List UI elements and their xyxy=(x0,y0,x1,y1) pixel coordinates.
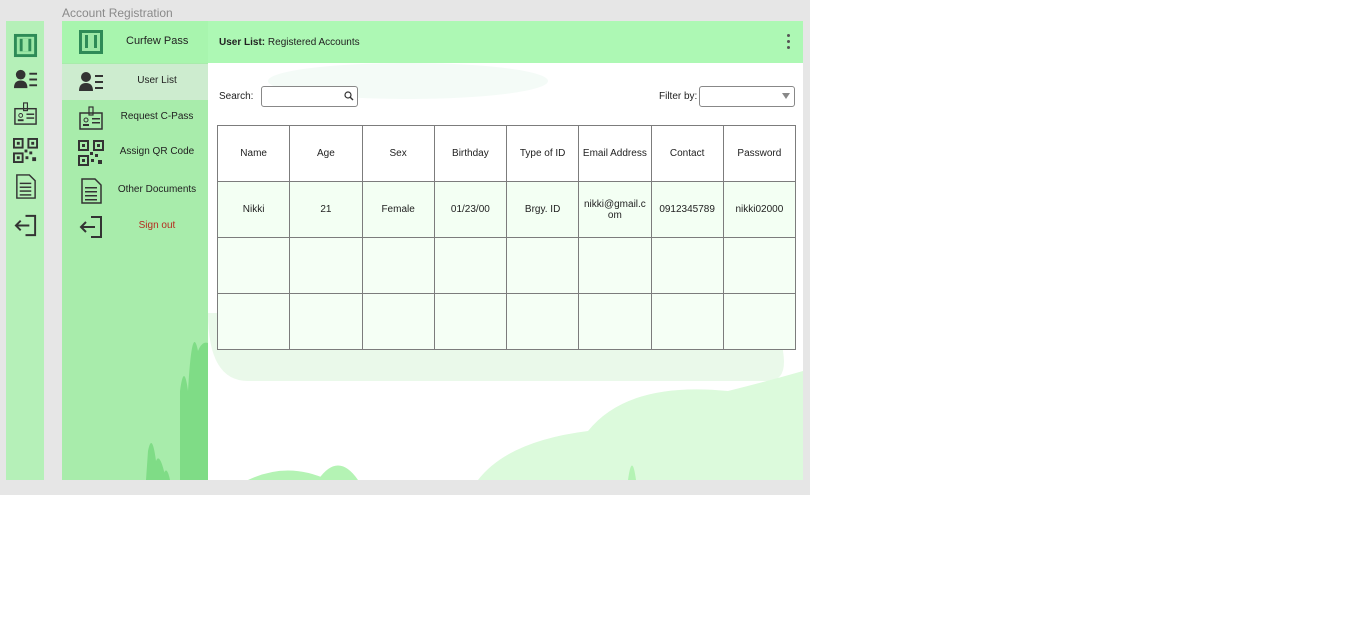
main-window: Curfew Pass User List Request C-Pass Ass… xyxy=(62,21,803,480)
qr-code-icon xyxy=(78,140,104,166)
id-card-icon xyxy=(79,106,103,130)
table-cell xyxy=(361,293,435,350)
sidebar-item-user-list[interactable]: User List xyxy=(62,64,208,100)
table-cell: Nikki xyxy=(216,181,291,238)
sign-out-icon xyxy=(79,216,102,238)
sidebar-item-assign-qr-code[interactable]: Assign QR Code xyxy=(62,135,208,171)
table-cell xyxy=(289,237,363,294)
column-header: Age xyxy=(289,125,363,182)
qr-code-icon[interactable] xyxy=(13,138,38,163)
search-label: Search: xyxy=(219,91,254,102)
sidebar-item-label: User List xyxy=(137,75,177,86)
page-title-bold: User List: xyxy=(219,37,266,48)
page-title: User List: Registered Accounts xyxy=(219,37,360,48)
document-icon xyxy=(81,178,102,204)
column-header: Email Address xyxy=(578,125,652,182)
table-cell xyxy=(650,293,724,350)
icon-rail xyxy=(6,21,44,480)
frame-title: Account Registration xyxy=(62,6,173,20)
user-list-icon xyxy=(79,72,103,91)
topbar: User List: Registered Accounts xyxy=(208,21,803,63)
page-title-rest: Registered Accounts xyxy=(267,37,360,48)
id-card-icon[interactable] xyxy=(13,101,38,126)
column-header: Birthday xyxy=(433,125,508,182)
table-cell: nikki02000 xyxy=(722,181,797,238)
kebab-dot xyxy=(786,40,790,43)
sidebar: Curfew Pass User List Request C-Pass Ass… xyxy=(62,21,208,480)
more-options-button[interactable] xyxy=(785,34,791,52)
table-cell xyxy=(216,293,291,350)
sidebar-item-request-c-pass[interactable]: Request C-Pass xyxy=(62,100,208,136)
users-table: Name Age Sex Birthday Type of ID Email A… xyxy=(216,125,797,350)
table-cell xyxy=(216,237,291,294)
table-cell xyxy=(361,237,435,294)
table-cell xyxy=(722,293,797,350)
kebab-dot xyxy=(786,46,790,49)
column-header: Name xyxy=(216,125,291,182)
filter-dropdown[interactable] xyxy=(699,86,795,107)
table-row[interactable]: Nikki 21 Female 01/23/00 Brgy. ID nikki@… xyxy=(216,181,797,238)
sidebar-item-label: Assign QR Code xyxy=(119,146,195,157)
table-row[interactable] xyxy=(216,293,797,350)
search-input[interactable] xyxy=(261,86,358,107)
table-header-row: Name Age Sex Birthday Type of ID Email A… xyxy=(216,125,797,182)
table-cell xyxy=(505,237,580,294)
sidebar-item-label: Sign out xyxy=(138,220,176,231)
table-cell xyxy=(578,293,652,350)
table-cell: Brgy. ID xyxy=(505,181,580,238)
table-cell xyxy=(289,293,363,350)
column-header: Sex xyxy=(361,125,435,182)
content-area: User List: Registered Accounts Search: F… xyxy=(208,21,803,480)
kebab-dot xyxy=(786,34,790,37)
table-cell xyxy=(650,237,724,294)
table-cell: nikki@gmail.com xyxy=(578,181,652,238)
table-cell xyxy=(505,293,580,350)
column-header: Contact xyxy=(650,125,724,182)
sidebar-item-label: Request C-Pass xyxy=(120,111,194,122)
document-icon[interactable] xyxy=(13,174,38,199)
table-cell: 0912345789 xyxy=(650,181,724,238)
logo-icon[interactable] xyxy=(78,29,104,55)
table-cell xyxy=(722,237,797,294)
sidebar-item-other-documents[interactable]: Other Documents xyxy=(62,173,208,209)
table-cell xyxy=(578,237,652,294)
table-row[interactable] xyxy=(216,237,797,294)
logo-icon[interactable] xyxy=(13,33,38,58)
table-cell: 01/23/00 xyxy=(433,181,508,238)
search-icon[interactable] xyxy=(344,91,354,101)
column-header: Type of ID xyxy=(505,125,580,182)
user-list-icon[interactable] xyxy=(13,67,38,92)
column-header: Password xyxy=(722,125,797,182)
table-cell xyxy=(433,293,508,350)
sign-out-icon[interactable] xyxy=(13,213,38,238)
table-cell: 21 xyxy=(289,181,363,238)
chevron-down-icon xyxy=(782,93,790,99)
sidebar-item-label: Other Documents xyxy=(117,184,197,195)
sidebar-header: Curfew Pass xyxy=(62,21,208,63)
filter-label: Filter by: xyxy=(659,91,698,102)
table-cell xyxy=(433,237,508,294)
sign-out-button[interactable]: Sign out xyxy=(62,209,208,245)
canvas: Account Registration Curfew Pass User Li… xyxy=(0,0,810,495)
brand-name: Curfew Pass xyxy=(126,35,189,47)
table-cell: Female xyxy=(361,181,435,238)
